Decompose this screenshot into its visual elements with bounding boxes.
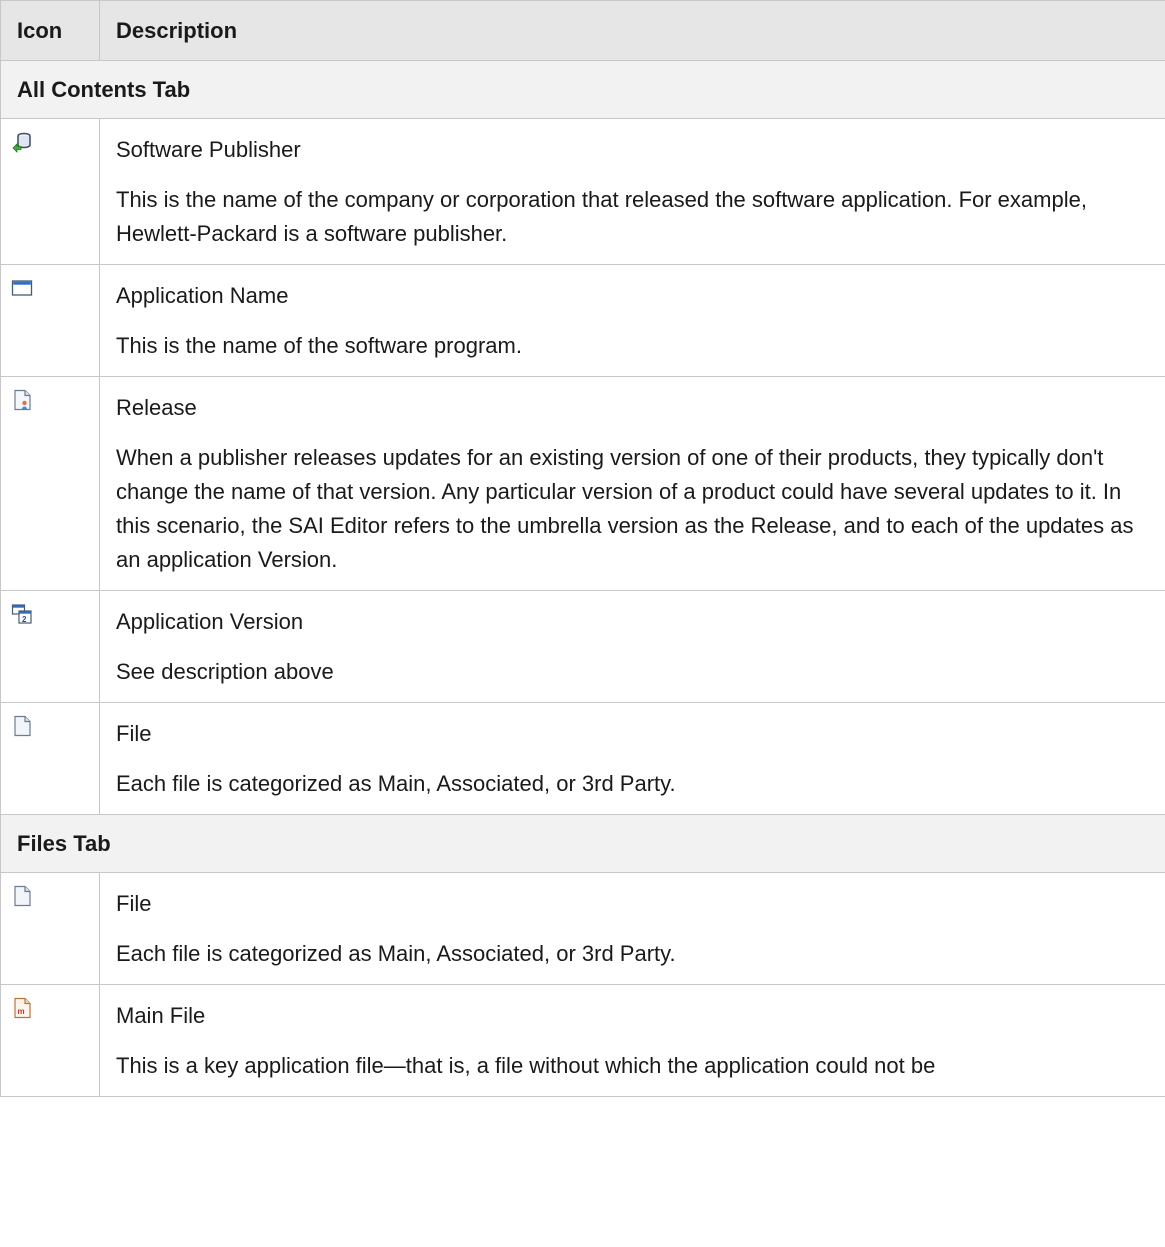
table-row: 2 Application Version See description ab…: [0, 590, 1165, 703]
file-icon: [11, 885, 33, 907]
table-row: Release When a publisher releases update…: [0, 376, 1165, 591]
icon-column-header: Icon: [0, 0, 100, 61]
main-file-icon: m: [11, 997, 33, 1019]
section-title: All Contents Tab: [0, 60, 1165, 119]
row-item-description: See description above: [116, 659, 334, 684]
row-item-name: File: [116, 891, 152, 916]
row-item-name: Main File: [116, 1003, 206, 1028]
header-row: Icon Description: [0, 0, 1165, 61]
icons-table: Icon Description All Contents Tab Softwa…: [0, 0, 1165, 1097]
row-item-description: This is the name of the software program…: [116, 333, 522, 358]
table-row: Application Name This is the name of the…: [0, 264, 1165, 377]
section-row-files: Files Tab: [0, 814, 1165, 873]
row-item-description: When a publisher releases updates for an…: [116, 445, 1134, 572]
row-item-description: Each file is categorized as Main, Associ…: [116, 771, 676, 796]
description-column-header: Description: [99, 0, 1165, 61]
table-row: File Each file is categorized as Main, A…: [0, 872, 1165, 985]
row-item-name: File: [116, 721, 152, 746]
file-icon: [11, 715, 33, 737]
row-item-name: Application Name: [116, 283, 289, 308]
application-name-icon: [11, 277, 33, 299]
row-item-description: This is a key application file—that is, …: [116, 1053, 936, 1078]
table-row: File Each file is categorized as Main, A…: [0, 702, 1165, 815]
svg-text:2: 2: [22, 615, 27, 624]
row-item-name: Release: [116, 395, 197, 420]
svg-text:m: m: [18, 1007, 25, 1016]
section-row-all-contents: All Contents Tab: [0, 60, 1165, 119]
application-version-icon: 2: [11, 603, 33, 625]
table-row: Software Publisher This is the name of t…: [0, 118, 1165, 265]
section-title: Files Tab: [0, 814, 1165, 873]
row-item-name: Software Publisher: [116, 137, 301, 162]
software-publisher-icon: [11, 131, 33, 153]
table-row: m Main File This is a key application fi…: [0, 984, 1165, 1097]
row-item-description: This is the name of the company or corpo…: [116, 187, 1087, 246]
row-item-name: Application Version: [116, 609, 304, 634]
release-icon: [11, 389, 33, 411]
row-item-description: Each file is categorized as Main, Associ…: [116, 941, 676, 966]
